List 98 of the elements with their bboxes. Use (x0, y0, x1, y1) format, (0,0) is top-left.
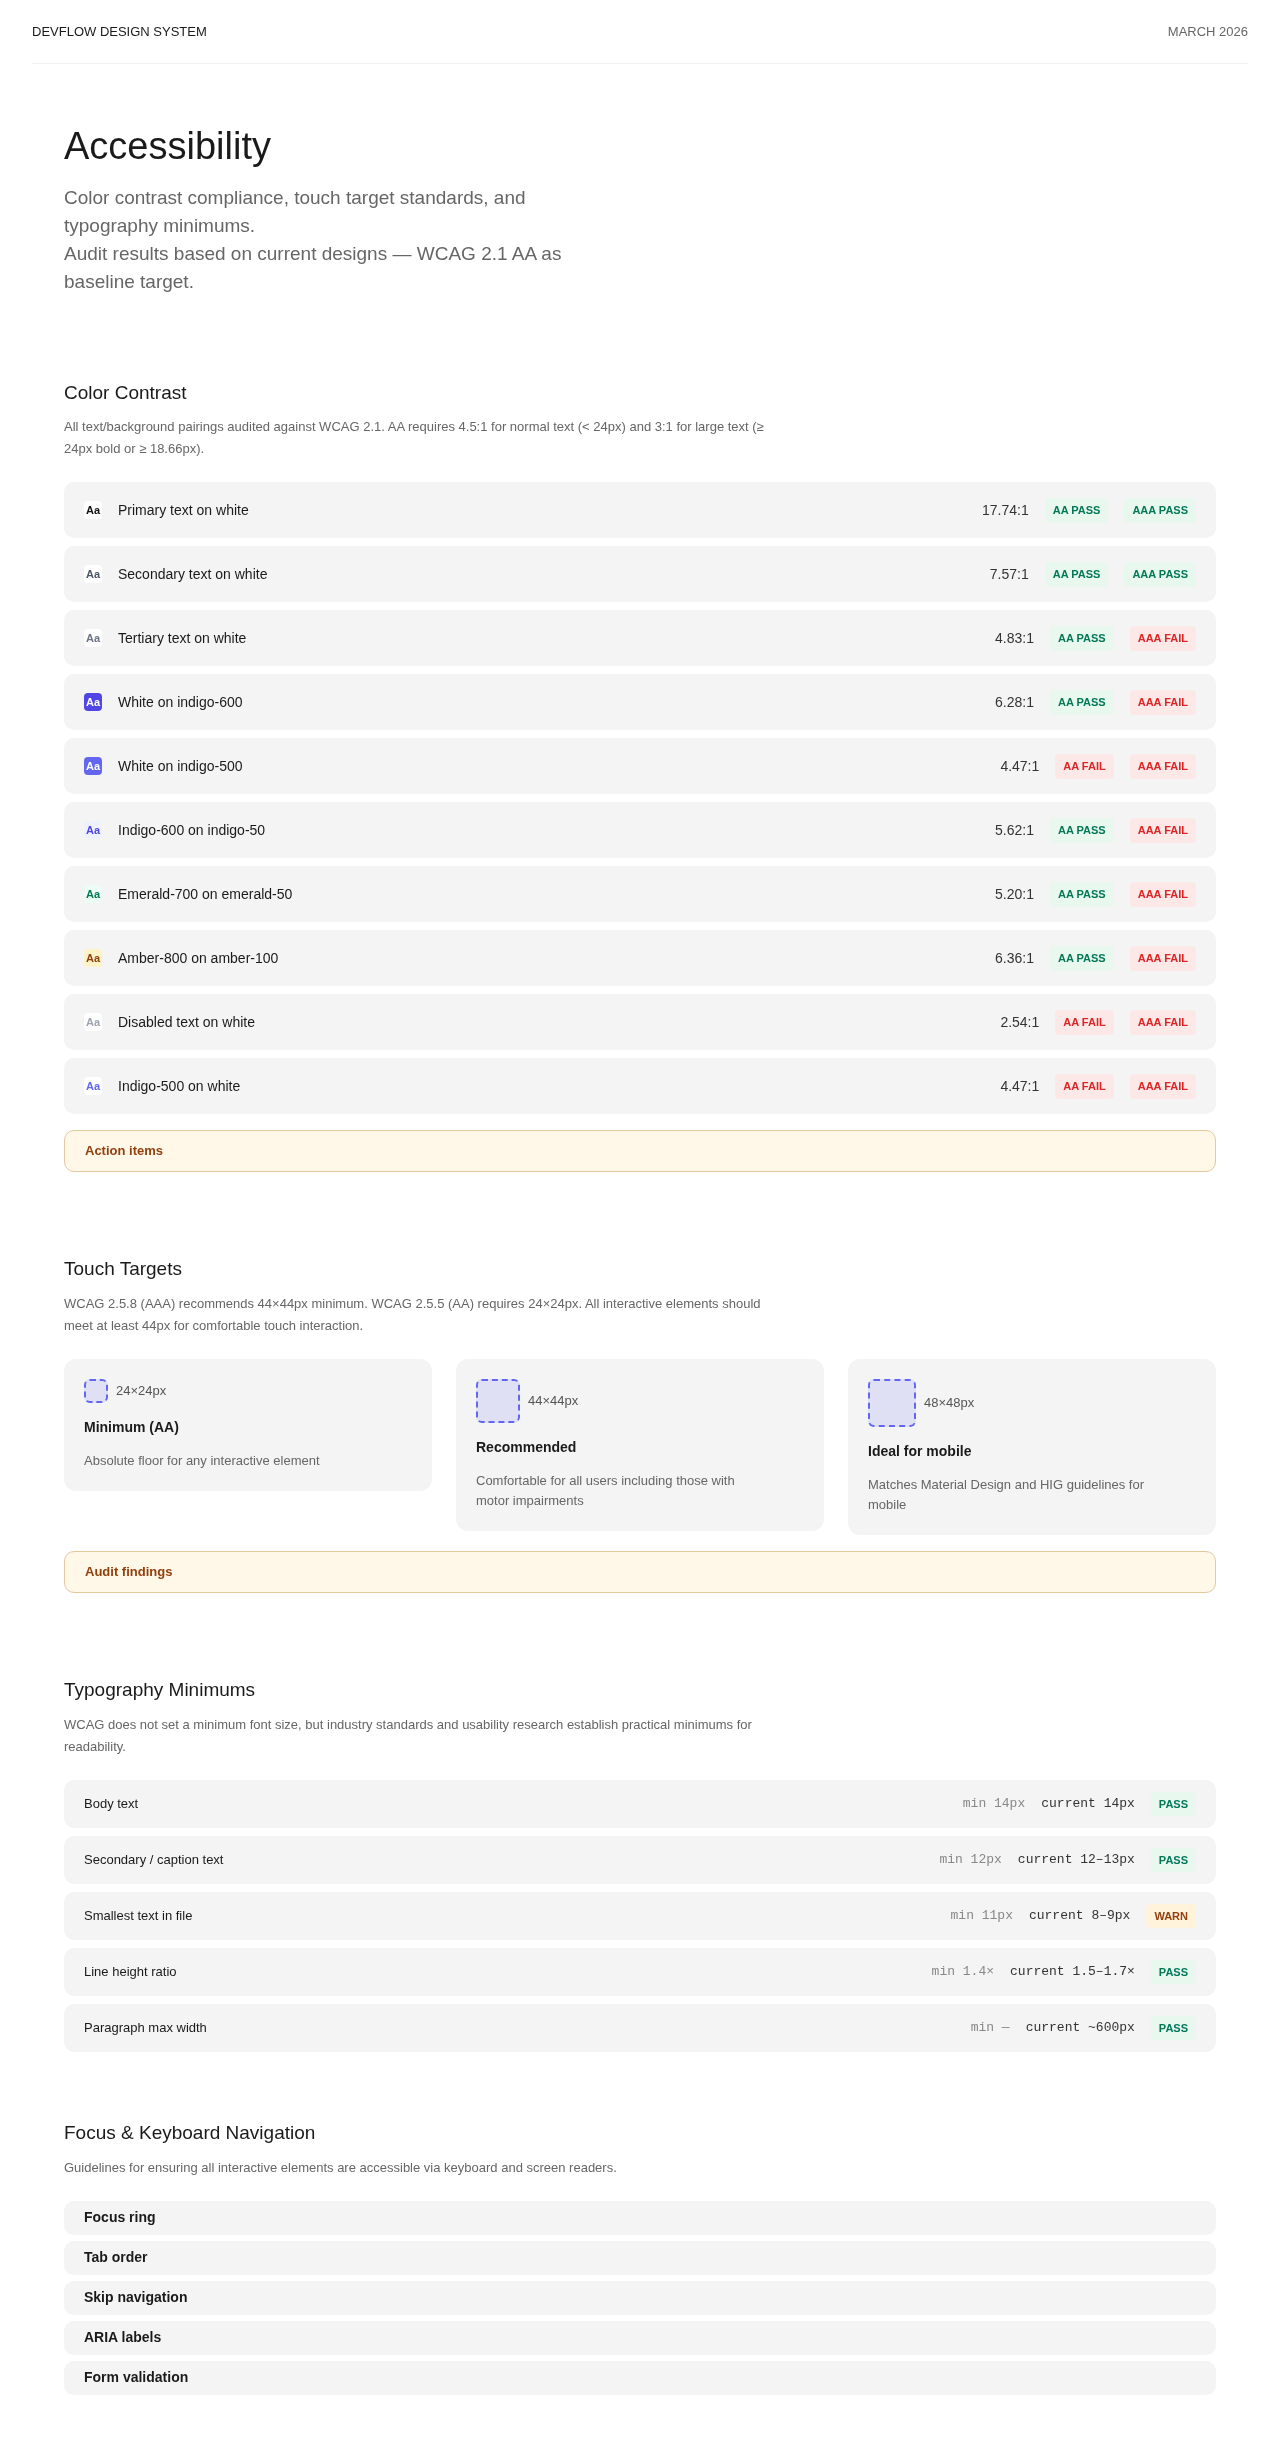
pairing-label: Disabled text on white (118, 1012, 255, 1032)
target-size: 24×24px (116, 1381, 167, 1400)
status-tag: PASS (1150, 1847, 1196, 1873)
page-title: Accessibility (64, 124, 272, 169)
status-tag: AA FAIL (1055, 754, 1114, 779)
guideline-row: Skip navigation (64, 2280, 1216, 2315)
card-title: Ideal for mobile (868, 1442, 973, 1460)
contrast-ratio: 6.36:1 (995, 948, 1034, 968)
guideline-row: Form validation (64, 2360, 1216, 2395)
status-tag: AAA FAIL (1129, 946, 1196, 971)
status-tag: AA PASS (1050, 946, 1114, 971)
contrast-ratio: 17.74:1 (981, 500, 1029, 520)
pairing-label: Secondary text on white (118, 564, 268, 584)
status-tag: AA PASS (1044, 498, 1109, 523)
status-tag: AAA PASS (1124, 498, 1196, 523)
minimum-value: min 1.4× (931, 1963, 995, 1982)
target-size: 44×44px (528, 1391, 579, 1410)
status-tag: PASS (1150, 2015, 1196, 2041)
current-value: current 1.5–1.7× (1010, 1963, 1135, 1982)
status-tag: AA PASS (1044, 562, 1109, 587)
pairing-label: Primary text on white (118, 500, 249, 520)
minimum-value: min 11px (950, 1907, 1013, 1926)
text-swatch: Aa (84, 501, 102, 520)
date-label: MARCH 2026 (1167, 22, 1248, 41)
status-tag: AAA FAIL (1129, 626, 1196, 651)
text-swatch: Aa (84, 629, 102, 648)
text-swatch: Aa (84, 885, 102, 904)
section-description: WCAG 2.5.8 (AAA) recommends 44×44px minimum. WCAG 2.5.5 (AA) requires 24×24px. All interactive elements should meet at least 44px for comfortable touch interaction. (64, 1294, 762, 1335)
contrast-ratio: 4.83:1 (995, 628, 1034, 648)
guideline-row: ARIA labels (64, 2320, 1216, 2355)
status-tag: AAA FAIL (1129, 1074, 1196, 1099)
section-title: Color Contrast (64, 381, 188, 405)
pairing-label: Tertiary text on white (118, 628, 247, 648)
rule-label: Paragraph max width (84, 2019, 207, 2038)
text-swatch: Aa (84, 949, 102, 968)
pairing-label: Emerald-700 on emerald-50 (118, 884, 293, 904)
section-title: Focus & Keyboard Navigation (64, 2121, 317, 2145)
text-swatch: Aa (84, 1013, 102, 1032)
minimum-value: min — (970, 2019, 1010, 2038)
rule-label: Body text (84, 1795, 139, 1814)
pairing-label: Indigo-600 on indigo-50 (118, 820, 266, 840)
section-description: Guidelines for ensuring all interactive elements are accessible via keyboard and screen readers. (64, 2158, 618, 2177)
minimum-value: min 14px (962, 1795, 1026, 1814)
page-subtitle: Color contrast compliance, touch target standards, and typography minimums. Audit results based on current designs — WCAG 2.1 AA as baseline target. (64, 185, 563, 294)
status-tag: PASS (1150, 1791, 1196, 1817)
contrast-ratio: 2.54:1 (1000, 1012, 1040, 1032)
text-swatch: Aa (84, 565, 102, 584)
pairing-label: Indigo-500 on white (118, 1076, 241, 1096)
card-description: Absolute floor for any interactive element (84, 1452, 321, 1471)
section-title: Typography Minimums (64, 1679, 257, 1702)
target-size: 48×48px (924, 1393, 975, 1412)
callout-banner: Action items (64, 1130, 1216, 1172)
pairing-label: White on indigo-500 (118, 756, 243, 776)
current-value: current 14px (1041, 1795, 1135, 1814)
rule-label: Secondary / caption text (84, 1851, 224, 1870)
card-description: Comfortable for all users including those with motor impairments (476, 1472, 736, 1511)
status-tag: AAA PASS (1124, 562, 1196, 587)
status-tag: AAA FAIL (1129, 818, 1196, 843)
contrast-ratio: 7.57:1 (989, 564, 1029, 584)
text-swatch: Aa (84, 821, 102, 840)
guideline-row: Tab order (64, 2240, 1216, 2275)
section-description: WCAG does not set a minimum font size, but industry standards and usability research establish practical minimums for readability. (64, 1715, 753, 1756)
text-swatch: Aa (84, 757, 102, 776)
status-tag: AA PASS (1050, 818, 1114, 843)
rule-label: Line height ratio (84, 1963, 177, 1982)
guideline-row: Focus ring (64, 2200, 1216, 2235)
contrast-ratio: 6.28:1 (995, 692, 1034, 712)
minimum-value: min 12px (939, 1851, 1002, 1870)
status-tag: PASS (1150, 1959, 1196, 1985)
contrast-ratio: 5.62:1 (995, 820, 1034, 840)
brand-name: DEVFLOW DESIGN SYSTEM (32, 22, 207, 41)
pairing-label: Amber-800 on amber-100 (118, 948, 279, 968)
status-tag: AA PASS (1050, 690, 1114, 715)
current-value: current 12–13px (1017, 1851, 1135, 1870)
status-tag: AAA FAIL (1129, 754, 1196, 779)
status-tag: AAA FAIL (1129, 690, 1196, 715)
card-title: Minimum (AA) (84, 1418, 180, 1436)
current-value: current ~600px (1025, 2019, 1135, 2038)
status-tag: AAA FAIL (1129, 1010, 1196, 1035)
callout-banner: Audit findings (64, 1551, 1216, 1593)
pairing-label: White on indigo-600 (118, 692, 243, 712)
card-description: Matches Material Design and HIG guidelines for mobile (868, 1476, 1146, 1515)
card-title: Recommended (476, 1438, 578, 1456)
status-tag: AA FAIL (1055, 1074, 1114, 1099)
contrast-ratio: 5.20:1 (995, 884, 1034, 904)
section-description: All text/background pairings audited against WCAG 2.1. AA requires 4.5:1 for normal text (< 24px) and 3:1 for large text (≥ 24px bold or ≥ 18.66px). (64, 418, 764, 459)
rule-label: Smallest text in file (84, 1907, 193, 1926)
section-title: Touch Targets (64, 1257, 183, 1281)
status-tag: AA PASS (1050, 882, 1114, 907)
status-tag: AA FAIL (1055, 1010, 1114, 1035)
status-tag: AA PASS (1050, 626, 1114, 651)
status-tag: WARN (1146, 1903, 1196, 1929)
text-swatch: Aa (84, 693, 102, 712)
current-value: current 8–9px (1028, 1907, 1131, 1926)
contrast-ratio: 4.47:1 (1000, 756, 1040, 776)
status-tag: AAA FAIL (1129, 882, 1196, 907)
contrast-ratio: 4.47:1 (1000, 1076, 1040, 1096)
text-swatch: Aa (84, 1077, 102, 1096)
